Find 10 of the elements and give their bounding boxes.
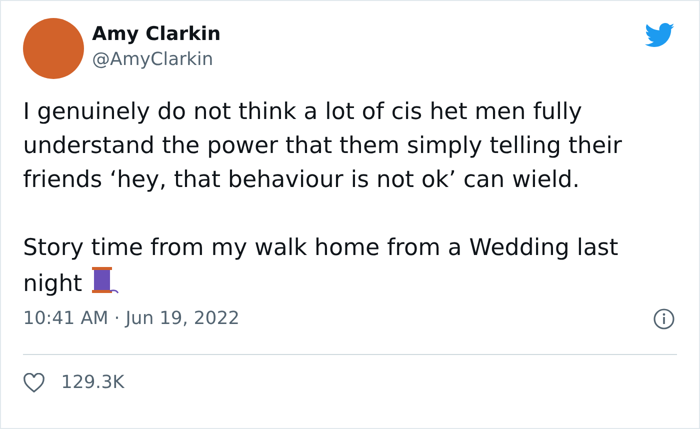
user-handle[interactable]: @AmyClarkin <box>92 47 221 73</box>
thread-spool-icon <box>90 265 120 295</box>
heart-icon[interactable] <box>23 372 45 392</box>
bird-logo-icon <box>645 23 675 48</box>
tweet-text: Story time from my walk home from a Wedding last night <box>23 234 620 299</box>
timestamp[interactable]: 10:41 AM · Jun 19, 2022 <box>23 305 240 332</box>
tweet-text: I genuinely do not think a lot of cis het men fully understand the power that them simply telling their friends ‘hey, that behaviour is not ok’ can wield. <box>23 98 623 195</box>
info-icon[interactable] <box>653 308 675 330</box>
like-count: 129.3K <box>61 371 124 395</box>
display-name[interactable]: Amy Clarkin <box>92 21 221 47</box>
